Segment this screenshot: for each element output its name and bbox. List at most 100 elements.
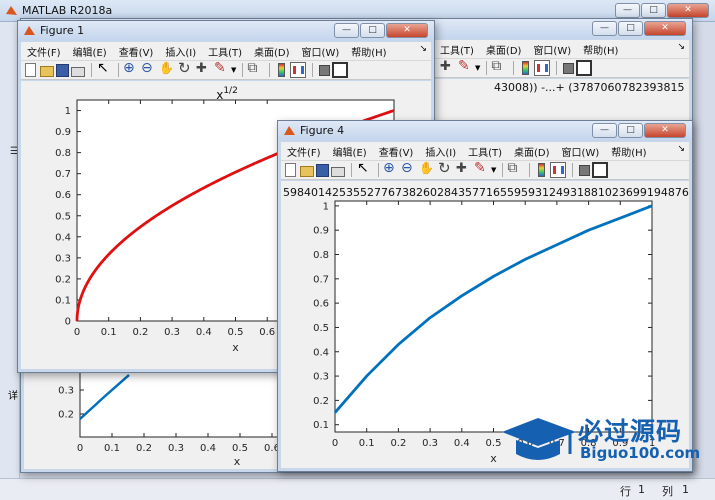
legend-icon[interactable]: [550, 162, 567, 178]
pan-icon[interactable]: [159, 61, 175, 78]
figure-1-title: Figure 1: [40, 24, 85, 37]
col-label: 列: [662, 485, 673, 498]
chevron-down-icon[interactable]: ▼: [491, 166, 496, 174]
brush-icon[interactable]: [213, 60, 229, 78]
zoom-out-icon[interactable]: [401, 160, 417, 178]
data-cursor-icon[interactable]: [455, 161, 471, 178]
save-icon[interactable]: [316, 163, 329, 177]
edit-plot-icon[interactable]: [96, 60, 112, 78]
minimize-button[interactable]: —: [615, 3, 640, 18]
zoom-in-icon[interactable]: [383, 160, 399, 178]
edit-plot-icon[interactable]: [356, 160, 372, 178]
menu-help[interactable]: 帮助(H): [605, 142, 652, 160]
minimize-button[interactable]: —: [592, 21, 617, 36]
menu-window[interactable]: 窗口(W): [296, 42, 346, 60]
minimize-button[interactable]: —: [334, 23, 359, 38]
close-button[interactable]: ✕: [644, 21, 686, 36]
brush-icon[interactable]: [473, 160, 489, 178]
new-figure-icon[interactable]: [25, 63, 36, 77]
chevron-down-icon[interactable]: ▼: [231, 66, 236, 74]
legend-icon[interactable]: [534, 60, 551, 76]
fig4-y-tick-label: 1: [323, 201, 329, 212]
menu-view[interactable]: 查看(V): [373, 142, 420, 160]
maximize-button[interactable]: □: [618, 123, 643, 138]
fig1-x-tick-label: 0.3: [164, 327, 180, 338]
show-plot-tools-icon[interactable]: [332, 62, 349, 78]
menu-edit[interactable]: 编辑(E): [327, 142, 373, 160]
hidden-x-axis-label: x: [234, 455, 241, 468]
data-cursor-icon[interactable]: [195, 61, 211, 78]
rotate-3d-icon[interactable]: [177, 59, 193, 78]
watermark-text: 必过源码: [578, 417, 683, 446]
link-plot-icon[interactable]: [247, 60, 263, 78]
menu-file[interactable]: 文件(F): [21, 42, 67, 60]
menu-window[interactable]: 窗口(W): [556, 142, 606, 160]
menubar-arrow-icon[interactable]: ↘: [419, 42, 431, 60]
menu-tools[interactable]: 工具(T): [434, 40, 480, 58]
status-bar: 行 1 列 1: [0, 478, 715, 500]
figure-icon: [284, 126, 295, 135]
print-icon[interactable]: [71, 67, 85, 77]
zoom-in-icon[interactable]: [123, 60, 139, 78]
watermark: 必过源码 Biguo100.com: [500, 410, 700, 470]
menu-desktop[interactable]: 桌面(D): [248, 42, 296, 60]
maximize-button[interactable]: □: [618, 21, 643, 36]
menu-desktop[interactable]: 桌面(D): [480, 40, 528, 58]
close-button[interactable]: ✕: [644, 123, 686, 138]
open-file-icon[interactable]: [40, 66, 54, 77]
menu-window[interactable]: 窗口(W): [527, 40, 577, 58]
data-cursor-icon[interactable]: [439, 59, 455, 76]
figure-1-toolbar: ▼: [21, 59, 431, 80]
close-button[interactable]: ✕: [667, 3, 709, 18]
menu-help[interactable]: 帮助(H): [345, 42, 392, 60]
print-icon[interactable]: [331, 167, 345, 177]
menu-insert[interactable]: 插入(I): [159, 42, 202, 60]
menu-desktop[interactable]: 桌面(D): [508, 142, 556, 160]
fig1-x-tick-label: 0.5: [228, 327, 244, 338]
colorbar-icon[interactable]: [538, 163, 546, 177]
fig1-y-tick-label: 0.2: [55, 274, 71, 285]
menu-file[interactable]: 文件(F): [281, 142, 327, 160]
hidden-x-tick-label: 0.1: [104, 443, 120, 454]
figure-4-toolbar: ▼: [281, 159, 689, 180]
fig4-y-tick-label: 0.8: [313, 250, 329, 261]
menu-view[interactable]: 查看(V): [113, 42, 160, 60]
fig1-x-tick-label: 0.2: [132, 327, 148, 338]
row-label: 行: [620, 485, 631, 498]
hidden-x-tick-label: 0.5: [232, 443, 248, 454]
close-button[interactable]: ✕: [386, 23, 428, 38]
open-file-icon[interactable]: [300, 166, 314, 177]
hide-plot-tools-icon[interactable]: [563, 62, 575, 74]
hide-plot-tools-icon[interactable]: [579, 164, 591, 176]
maximize-button[interactable]: □: [641, 3, 666, 18]
menu-insert[interactable]: 插入(I): [419, 142, 462, 160]
show-plot-tools-icon[interactable]: [576, 60, 593, 76]
colorbar-icon[interactable]: [522, 61, 530, 75]
menu-tools[interactable]: 工具(T): [202, 42, 248, 60]
menubar-arrow-icon[interactable]: ↘: [677, 40, 689, 58]
menubar-arrow-icon[interactable]: ↘: [677, 142, 689, 160]
fig4-y-tick-label: 0.4: [313, 347, 329, 358]
fig4-y-tick-label: 0.3: [313, 372, 329, 383]
link-plot-icon[interactable]: [491, 58, 507, 76]
pan-icon[interactable]: [419, 161, 435, 178]
menu-tools[interactable]: 工具(T): [462, 142, 508, 160]
fig4-y-tick-label: 0.9: [313, 226, 329, 237]
minimize-button[interactable]: —: [592, 123, 617, 138]
new-figure-icon[interactable]: [285, 163, 296, 177]
colorbar-icon[interactable]: [278, 63, 286, 77]
brush-icon[interactable]: [457, 58, 473, 76]
chevron-down-icon[interactable]: ▼: [475, 64, 480, 72]
legend-icon[interactable]: [290, 62, 307, 78]
show-plot-tools-icon[interactable]: [592, 162, 609, 178]
figure-1-menubar: 文件(F) 编辑(E) 查看(V) 插入(I) 工具(T) 桌面(D) 窗口(W…: [21, 42, 431, 60]
maximize-button[interactable]: □: [360, 23, 385, 38]
save-icon[interactable]: [56, 63, 69, 77]
hidden-x-tick-label: 0.4: [200, 443, 216, 454]
menu-help[interactable]: 帮助(H): [577, 40, 624, 58]
menu-edit[interactable]: 编辑(E): [67, 42, 113, 60]
link-plot-icon[interactable]: [507, 160, 523, 178]
zoom-out-icon[interactable]: [141, 60, 157, 78]
hide-plot-tools-icon[interactable]: [319, 64, 331, 76]
rotate-3d-icon[interactable]: [437, 159, 453, 178]
